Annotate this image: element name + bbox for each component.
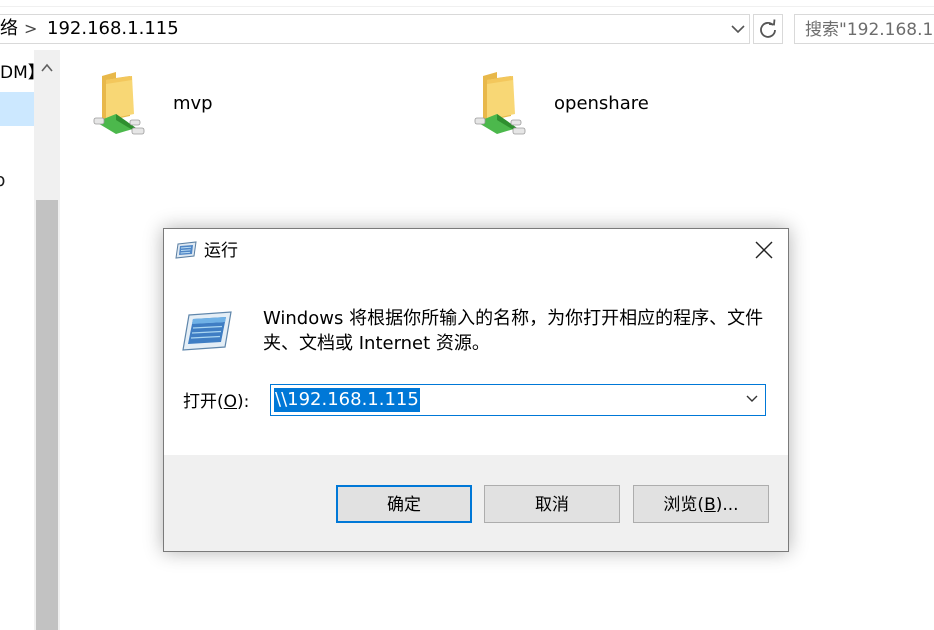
ok-button[interactable]: 确定 <box>336 485 472 523</box>
address-dropdown-icon[interactable] <box>729 20 747 38</box>
breadcrumb-network[interactable]: 络 <box>0 18 18 40</box>
browse-button[interactable]: 浏览(B)... <box>633 485 769 523</box>
share-label: mvp <box>173 93 213 114</box>
run-large-icon <box>182 311 232 351</box>
window-top-edge <box>0 0 934 7</box>
cancel-button[interactable]: 取消 <box>484 485 620 523</box>
open-label: 打开(O): <box>183 392 250 412</box>
breadcrumb-separator-icon[interactable]: > <box>24 18 37 40</box>
nav-item-selected[interactable] <box>0 92 34 126</box>
scroll-up-icon[interactable] <box>38 60 56 76</box>
open-input-selected-text[interactable]: \\192.168.1.115 <box>274 388 420 412</box>
share-item-openshare[interactable]: openshare <box>473 70 773 150</box>
share-label: openshare <box>554 93 649 114</box>
refresh-icon <box>760 19 776 38</box>
navigation-pane <box>0 50 34 630</box>
chevron-down-icon[interactable] <box>744 391 760 407</box>
network-folder-icon <box>474 72 526 135</box>
dialog-description: Windows 将根据你所输入的名称，为你打开相应的程序、文件夹、文档或 Int… <box>263 308 764 354</box>
share-item-mvp[interactable]: mvp <box>92 70 392 150</box>
nav-item-partial[interactable]: p <box>0 170 5 192</box>
scrollbar-thumb[interactable] <box>36 200 58 630</box>
run-app-icon <box>175 241 197 259</box>
network-folder-icon <box>93 72 145 135</box>
refresh-button[interactable] <box>753 14 783 44</box>
search-placeholder: 搜索"192.168.1 <box>805 20 934 40</box>
dialog-title: 运行 <box>204 241 238 261</box>
breadcrumb-host[interactable]: 192.168.1.115 <box>47 17 179 41</box>
close-icon[interactable] <box>752 238 776 262</box>
